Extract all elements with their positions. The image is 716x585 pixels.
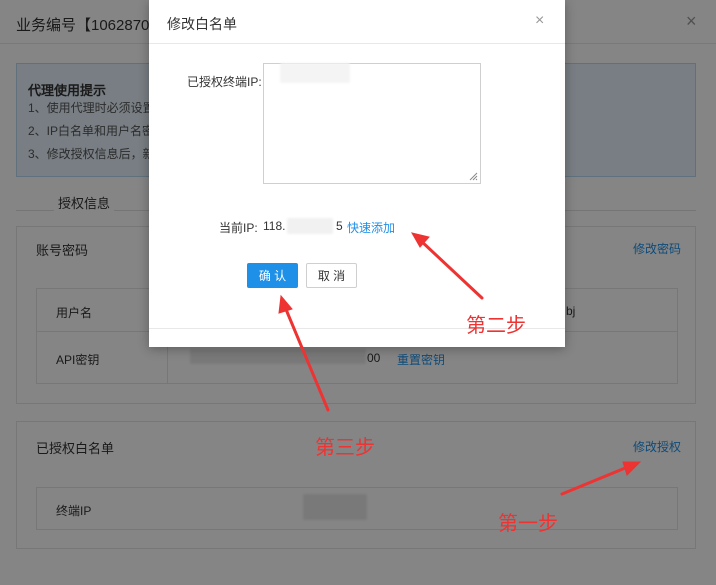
arrow-head-step3 bbox=[278, 294, 293, 314]
annotation-arrows bbox=[278, 232, 642, 496]
annotation-step3: 第三步 bbox=[315, 437, 375, 459]
annotation-step1: 第一步 bbox=[498, 513, 558, 535]
arrow-step3 bbox=[283, 305, 330, 412]
arrow-step1 bbox=[560, 464, 632, 496]
annotation-step2: 第二步 bbox=[466, 315, 526, 337]
arrow-step2 bbox=[418, 238, 484, 300]
arrow-head-step1 bbox=[622, 461, 642, 476]
